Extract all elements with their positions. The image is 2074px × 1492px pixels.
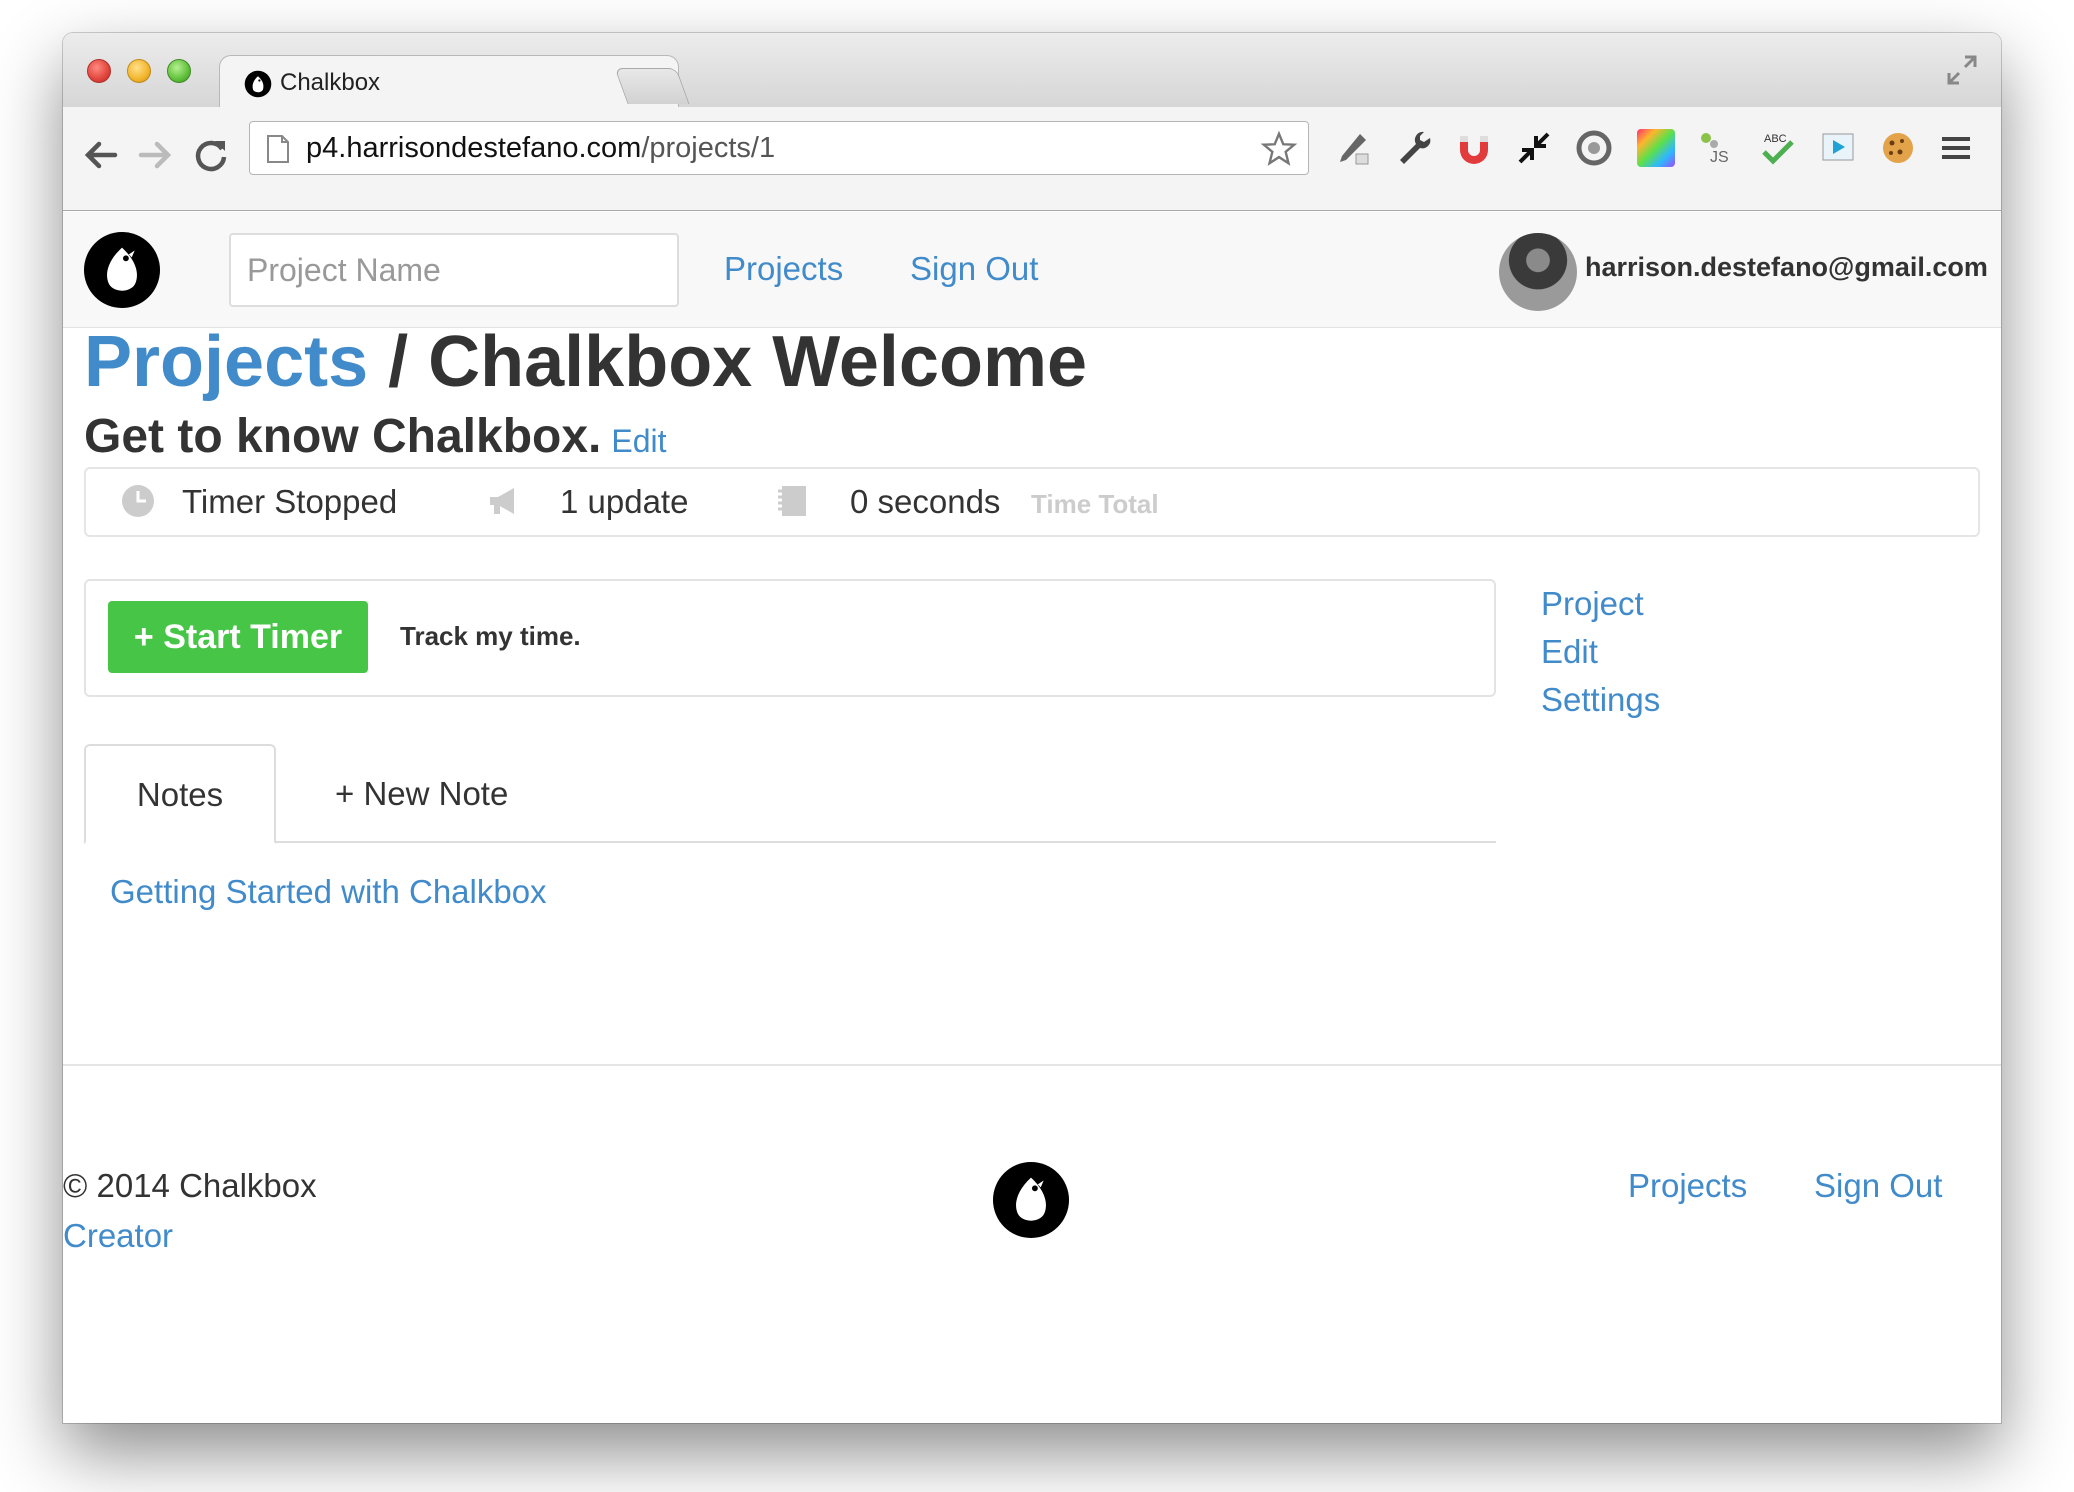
address-bar[interactable]: p4.harrisondestefano.com/projects/1 [249, 121, 1309, 175]
title-bar: Chalkbox × [63, 33, 2001, 109]
sidebar-project-link[interactable]: Project [1541, 585, 1644, 623]
sidebar-edit-link[interactable]: Edit [1541, 633, 1598, 671]
user-email[interactable]: harrison.destefano@gmail.com [1585, 252, 1988, 283]
tab-notes-label: Notes [136, 776, 224, 813]
note-link[interactable]: Getting Started with Chalkbox [110, 873, 547, 911]
project-description: Get to know Chalkbox. Edit [84, 409, 667, 464]
compress-arrows-icon[interactable] [1511, 125, 1557, 171]
bookmark-star-icon[interactable] [1260, 130, 1298, 168]
aperture-icon[interactable] [1571, 125, 1617, 171]
nav-sign-out-link[interactable]: Sign Out [910, 250, 1038, 288]
tab-notes[interactable]: Notes [84, 744, 276, 844]
time-total-label: Time Total [1031, 489, 1159, 519]
avatar[interactable] [1499, 233, 1577, 311]
minimize-window-button[interactable] [127, 59, 151, 83]
browser-window: Chalkbox × p4.harrisondestefano.com/proj… [63, 33, 2001, 1423]
tabs-divider [84, 841, 1496, 843]
timer-description: Track my time. [400, 621, 581, 651]
play-screen-icon[interactable] [1815, 125, 1861, 171]
fullscreen-icon[interactable] [1945, 53, 1979, 87]
start-timer-button[interactable]: + Start Timer [108, 601, 368, 673]
chalkbox-logo-icon[interactable] [83, 231, 161, 309]
url-text: p4.harrisondestefano.com/projects/1 [306, 132, 776, 164]
site-navbar: Projects Sign Out harrison.destefano@gma… [63, 212, 2001, 328]
svg-text:JS: JS [1710, 149, 1729, 166]
footer-divider [63, 1064, 2001, 1066]
spellcheck-icon[interactable]: ABC [1755, 125, 1801, 171]
edit-description-link[interactable]: Edit [611, 423, 666, 459]
clock-icon [122, 485, 154, 517]
zoom-window-button[interactable] [167, 59, 191, 83]
browser-toolbar: p4.harrisondestefano.com/projects/1 JS A… [63, 107, 2001, 211]
cookie-icon[interactable] [1875, 125, 1921, 171]
timer-panel: + Start Timer Track my time. [84, 579, 1496, 697]
nav-projects-link[interactable]: Projects [724, 250, 843, 288]
wrench-icon[interactable] [1391, 125, 1437, 171]
reload-icon[interactable] [191, 135, 231, 175]
color-picker-icon[interactable] [1633, 125, 1679, 171]
eyedropper-icon[interactable] [1329, 125, 1375, 171]
magnet-icon[interactable] [1451, 125, 1497, 171]
back-arrow-icon[interactable] [81, 135, 121, 175]
footer-sign-out-link[interactable]: Sign Out [1814, 1167, 1942, 1205]
svg-text:ABC: ABC [1764, 133, 1787, 145]
browser-tab-active[interactable]: Chalkbox × [219, 55, 679, 109]
megaphone-icon [490, 488, 514, 514]
time-total-value: 0 seconds [850, 483, 1001, 520]
project-name-input[interactable] [229, 233, 679, 307]
updates-count: 1 update [560, 483, 689, 520]
breadcrumb-projects-link[interactable]: Projects [84, 322, 368, 402]
sidebar-settings-link[interactable]: Settings [1541, 681, 1660, 719]
footer-creator-link[interactable]: Creator [63, 1217, 173, 1255]
chalkbox-favicon-icon [244, 70, 272, 98]
page-icon [267, 135, 289, 163]
tab-title: Chalkbox [280, 69, 381, 96]
forward-arrow-icon[interactable] [135, 135, 175, 175]
footer-projects-link[interactable]: Projects [1628, 1167, 1747, 1205]
project-stats-bar: Timer Stopped 1 update 0 seconds Time To… [84, 467, 1980, 537]
tab-new-note[interactable]: + New Note [335, 775, 508, 813]
project-description-text: Get to know Chalkbox. [84, 410, 602, 463]
timer-status: Timer Stopped [182, 483, 398, 520]
footer-logo-icon[interactable] [992, 1161, 1070, 1239]
new-tab-button[interactable] [614, 68, 690, 104]
page-title-text: / Chalkbox Welcome [368, 322, 1088, 402]
menu-icon[interactable] [1933, 125, 1979, 171]
close-window-button[interactable] [87, 59, 111, 83]
footer-copyright: © 2014 Chalkbox [63, 1167, 317, 1204]
js-console-icon[interactable]: JS [1693, 125, 1739, 171]
page-title: Projects / Chalkbox Welcome [84, 321, 1087, 403]
notebook-icon [778, 486, 806, 516]
